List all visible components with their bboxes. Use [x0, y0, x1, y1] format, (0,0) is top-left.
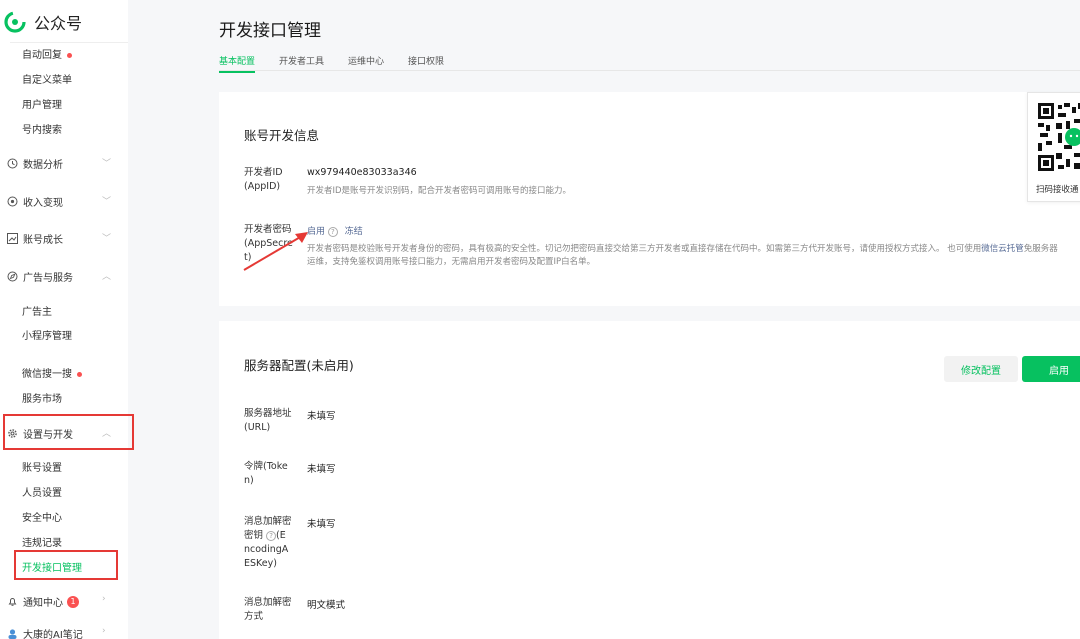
label-line: ncodingA: [244, 544, 289, 555]
account-name: 大康的AI笔记: [23, 630, 83, 639]
divider: [10, 42, 128, 43]
sidebar-group-notify[interactable]: 通知中心 1 ›: [6, 594, 116, 609]
sidebar-account[interactable]: 大康的AI笔记 ›: [6, 626, 116, 639]
hint-text: 开发者密码是校验账号开发者身份的密码，具有极高的安全性。切记勿把密码直接交给第三…: [307, 244, 982, 254]
enable-server-button[interactable]: 启用: [1022, 356, 1080, 382]
bell-icon: [6, 596, 18, 608]
chevron-right-icon: ›: [102, 594, 106, 604]
freeze-secret-link[interactable]: 冻结: [345, 227, 363, 237]
sidebar-item-violation-records[interactable]: 违规记录: [22, 534, 62, 549]
label-line: 消息加解密: [244, 597, 292, 608]
dev-info-card: 账号开发信息 开发者ID (AppID) wx979440e83033a346 …: [219, 92, 1080, 306]
coin-icon: [6, 196, 18, 208]
appid-label: 开发者ID (AppID): [244, 166, 283, 194]
annotation-arrow-icon: [243, 232, 308, 271]
chevron-down-icon: ﹀: [102, 197, 112, 207]
sidebar-item-label: 微信搜一搜: [22, 369, 72, 380]
sidebar-group-monetize[interactable]: 收入变现 ﹀: [6, 194, 116, 209]
avatar: [6, 628, 18, 639]
sidebar-item-user-management[interactable]: 用户管理: [22, 96, 62, 111]
sidebar-item-label: 自动回复: [22, 50, 62, 61]
sidebar-group-label: 收入变现: [23, 198, 63, 209]
label-line: 密钥 ? (E: [244, 529, 292, 543]
clock-icon: [6, 158, 18, 170]
sidebar-group-label: 通知中心: [23, 598, 63, 609]
label-line: 消息加解密: [244, 516, 292, 527]
label-line: (AppID): [244, 181, 281, 192]
sidebar: 公众号 自动回复 自定义菜单 用户管理 号内搜索 数据分析 ﹀ 收入变现 ﹀ 账…: [0, 0, 128, 639]
label-text: 密钥: [244, 530, 264, 541]
sidebar-group-label: 数据分析: [23, 160, 63, 171]
page-title: 开发接口管理: [219, 21, 321, 41]
logo[interactable]: 公众号: [4, 8, 82, 36]
annotation-box-settings: [3, 414, 134, 450]
qr-code-icon: [1038, 103, 1080, 171]
token-value: 未填写: [307, 464, 336, 475]
modify-config-button[interactable]: 修改配置: [944, 356, 1018, 382]
sidebar-group-label: 账号成长: [23, 235, 63, 246]
server-url-value: 未填写: [307, 411, 336, 422]
wechat-cloud-hosting-link[interactable]: 微信云托管: [981, 244, 1024, 254]
section-title: 账号开发信息: [244, 128, 320, 143]
sidebar-group-label: 广告与服务: [23, 273, 73, 284]
appid-hint: 开发者ID是账号开发识别码，配合开发者密码可调用账号的接口能力。: [307, 186, 572, 196]
annotation-box-dev-interface: [14, 550, 118, 580]
unread-dot: [77, 371, 82, 377]
sidebar-item-member-settings[interactable]: 人员设置: [22, 484, 62, 499]
label-line: 开发者ID: [244, 167, 283, 178]
label-line: n): [244, 475, 254, 486]
appsecret-hint: 开发者密码是校验账号开发者身份的密码，具有极高的安全性。切记勿把密码直接交给第三…: [307, 243, 1058, 269]
sidebar-item-mini-program[interactable]: 小程序管理: [22, 327, 72, 342]
qr-caption: 扫码接收通: [1036, 185, 1079, 195]
sidebar-item-custom-menu[interactable]: 自定义菜单: [22, 71, 72, 86]
hint-text: 免服务器: [1023, 244, 1058, 254]
section-title: 服务器配置(未启用): [244, 358, 354, 373]
label-line: 令牌(Toke: [244, 461, 288, 472]
appsecret-actions: 启用 ? 冻结: [307, 224, 363, 237]
chart-line-icon: [6, 233, 18, 245]
sidebar-group-ads[interactable]: 广告与服务 ︿: [6, 269, 116, 284]
unread-dot: [67, 52, 72, 58]
chevron-down-icon: ﹀: [102, 234, 112, 244]
encrypt-mode-value: 明文模式: [307, 600, 346, 611]
sidebar-item-search[interactable]: 号内搜索: [22, 121, 62, 136]
app-name: 公众号: [34, 14, 83, 33]
label-line: (URL): [244, 422, 271, 433]
sidebar-group-growth[interactable]: 账号成长 ﹀: [6, 231, 116, 246]
compass-icon: [6, 271, 18, 283]
chevron-down-icon: ﹀: [102, 159, 112, 169]
aes-key-label: 消息加解密 密钥 ? (E ncodingA ESKey): [244, 515, 292, 571]
label-line: ESKey): [244, 558, 277, 569]
sidebar-item-account-settings[interactable]: 账号设置: [22, 459, 62, 474]
server-url-label: 服务器地址 (URL): [244, 407, 292, 435]
divider: [219, 70, 1080, 71]
sidebar-item-advertiser[interactable]: 广告主: [22, 303, 52, 318]
help-icon[interactable]: ?: [266, 530, 277, 541]
aes-key-value: 未填写: [307, 519, 336, 530]
appid-value: wx979440e83033a346: [307, 167, 417, 178]
label-text: (E: [276, 530, 286, 541]
official-account-logo-icon: [4, 11, 26, 33]
encrypt-mode-label: 消息加解密 方式: [244, 596, 292, 624]
sidebar-group-analytics[interactable]: 数据分析 ﹀: [6, 156, 116, 171]
sidebar-item-service-market[interactable]: 服务市场: [22, 390, 62, 405]
hint-line: 运维，支持免鉴权调用账号接口能力，无需启用开发者密码及配置IP白名单。: [307, 257, 596, 267]
token-label: 令牌(Toke n): [244, 460, 288, 488]
sidebar-item-security-center[interactable]: 安全中心: [22, 509, 62, 524]
sidebar-item-wechat-search[interactable]: 微信搜一搜: [22, 365, 82, 380]
help-icon[interactable]: ?: [327, 226, 338, 237]
label-line: 方式: [244, 611, 264, 622]
chevron-up-icon: ︿: [102, 272, 112, 282]
notification-badge: 1: [67, 595, 79, 608]
label-line: 服务器地址: [244, 408, 292, 419]
sidebar-item-auto-reply[interactable]: 自动回复: [22, 46, 72, 61]
hint-line: 开发者密码是校验账号开发者身份的密码，具有极高的安全性。切记勿把密码直接交给第三…: [307, 243, 1058, 256]
qr-code-panel: 扫码接收通: [1027, 92, 1080, 202]
chevron-right-icon: ›: [102, 626, 106, 636]
